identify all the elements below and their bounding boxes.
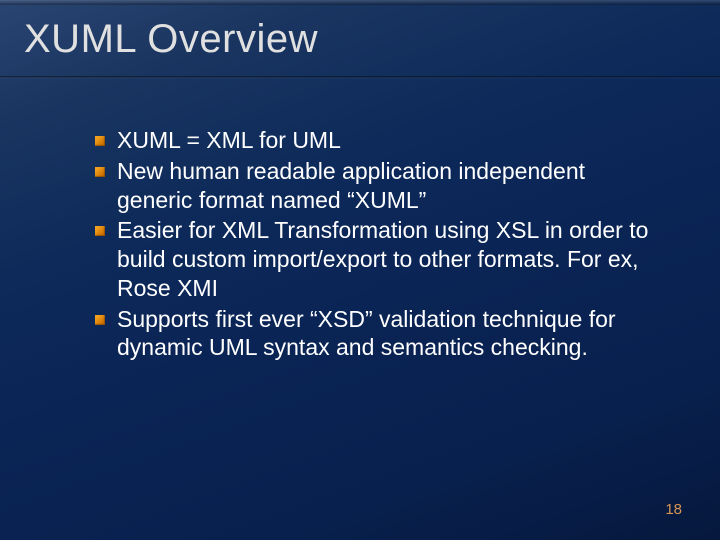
bullet-list: XUML = XML for UML New human readable ap… (95, 126, 660, 362)
list-item: Easier for XML Transformation using XSL … (95, 216, 660, 302)
slide-title: XUML Overview (0, 5, 720, 62)
slide-number: 18 (665, 501, 682, 518)
list-item: Supports first ever “XSD” validation tec… (95, 305, 660, 363)
list-item: XUML = XML for UML (95, 126, 660, 155)
slide-content: XUML = XML for UML New human readable ap… (0, 78, 720, 362)
list-item: New human readable application independe… (95, 157, 660, 215)
